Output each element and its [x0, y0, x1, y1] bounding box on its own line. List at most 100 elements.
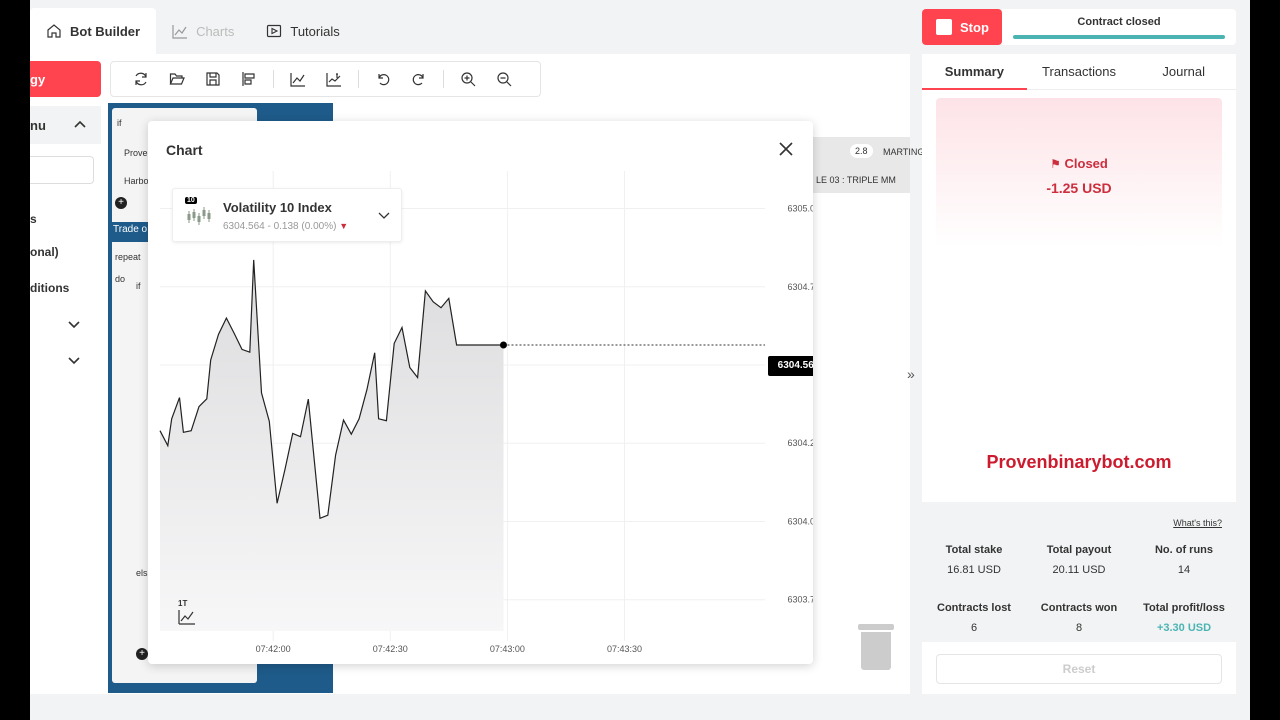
- toolbar-divider: [358, 70, 359, 88]
- symbol-badge: 10: [185, 197, 197, 204]
- add-block-icon[interactable]: +: [115, 197, 127, 209]
- block-label: LE 03 : TRIPLE MM: [816, 175, 896, 185]
- block-trade: Trade o: [111, 222, 151, 242]
- block-value-chip: 2.8: [850, 144, 873, 158]
- zoom-out-icon: [497, 72, 512, 87]
- y-tick-label: 6303.750: [787, 595, 813, 605]
- tab-charts[interactable]: Charts: [156, 8, 250, 54]
- modal-title: Chart: [166, 142, 203, 158]
- x-tick-label: 07:42:30: [373, 644, 408, 654]
- main-tabs: Bot Builder Charts Tutorials: [30, 8, 356, 54]
- blocks-menu: nu s onal) ditions: [30, 106, 101, 416]
- tab-tutorials[interactable]: Tutorials: [250, 8, 355, 54]
- blocks-menu-header[interactable]: nu: [30, 106, 101, 144]
- y-tick-label: 6304.000: [787, 516, 813, 526]
- chart-modal: 6305.0006304.7506304.5006304.2506304.000…: [148, 121, 813, 664]
- interval-label: 1T: [178, 599, 188, 608]
- stop-label: Stop: [960, 19, 989, 35]
- tab-journal[interactable]: Journal: [1131, 54, 1236, 89]
- watermark-text: Provenbinarybot.com: [986, 452, 1172, 472]
- menu-item[interactable]: [30, 342, 101, 378]
- quick-strategy-label: gy: [30, 71, 46, 87]
- tab-transactions[interactable]: Transactions: [1027, 54, 1132, 89]
- block-if-inner: if: [136, 281, 141, 291]
- menu-item[interactable]: onal): [30, 234, 101, 270]
- add-block-icon[interactable]: +: [136, 648, 148, 660]
- contract-result-card[interactable]: ⚑ Closed -1.25 USD: [936, 98, 1222, 248]
- y-tick-label: 6305.000: [787, 204, 813, 214]
- interval-selector[interactable]: 1T: [178, 599, 196, 625]
- y-tick-label: 6304.250: [787, 438, 813, 448]
- block-provider: Prove: [124, 148, 148, 158]
- contract-status-closed: ⚑ Closed: [1050, 156, 1108, 171]
- expand-panel-icon[interactable]: »: [907, 366, 915, 382]
- workspace-toolbar: [110, 61, 541, 97]
- chevron-down-icon: [378, 212, 390, 219]
- save-icon: [206, 72, 220, 86]
- save-button[interactable]: [195, 64, 231, 94]
- stat-contracts-lost: Contracts lost 6: [937, 602, 1011, 634]
- menu-item[interactable]: s: [30, 204, 101, 234]
- stop-bot-button[interactable]: Stop: [922, 9, 1002, 45]
- chevron-down-icon: [68, 357, 80, 365]
- current-price-marker: [499, 341, 507, 349]
- run-panel: Summary Transactions Journal ⚑ Closed -1…: [922, 54, 1236, 694]
- stat-profit-loss: Total profit/loss +3.30 USD: [1143, 602, 1225, 634]
- blocks-menu-title: nu: [30, 117, 46, 133]
- sort-blocks-button[interactable]: [231, 64, 267, 94]
- contract-progress-bar: [1013, 35, 1225, 39]
- undo-button[interactable]: [365, 64, 401, 94]
- chevron-down-icon: [68, 321, 80, 329]
- symbol-selector[interactable]: 10 Volatility 10 Index 6304.564 - 0.138 …: [172, 188, 402, 242]
- trash-icon[interactable]: [858, 620, 894, 672]
- blocks-search-input[interactable]: [30, 156, 94, 184]
- flag-icon: ⚑: [1050, 157, 1061, 171]
- run-panel-tabs: Summary Transactions Journal: [922, 54, 1236, 90]
- toolbar-divider: [443, 70, 444, 88]
- tab-bot-builder[interactable]: Bot Builder: [30, 8, 157, 54]
- redo-button[interactable]: [401, 64, 437, 94]
- stop-icon: [936, 19, 952, 35]
- menu-item[interactable]: [30, 306, 101, 342]
- menu-item-label: ditions: [30, 281, 70, 295]
- down-arrow-icon: ▼: [339, 221, 349, 231]
- stat-total-payout: Total payout 20.11 USD: [1046, 544, 1112, 576]
- folder-open-icon: [169, 73, 185, 85]
- chart-button[interactable]: [280, 64, 316, 94]
- y-tick-label: 6304.750: [787, 282, 813, 292]
- refresh-icon: [135, 72, 147, 86]
- current-price-tag: 6304.564: [768, 356, 813, 376]
- trading-view-button[interactable]: [316, 64, 352, 94]
- whats-this-link[interactable]: What's this?: [1173, 518, 1222, 528]
- app-window: Bot Builder Charts Tutorials gy nu s ona…: [30, 0, 1250, 720]
- quick-strategy-button[interactable]: gy: [30, 61, 101, 97]
- play-icon: [267, 24, 282, 38]
- redo-icon: [412, 74, 424, 86]
- block-repeat: repeat: [115, 252, 141, 262]
- tab-label: Charts: [196, 23, 235, 39]
- chart-type-icon: [178, 610, 195, 625]
- reset-workspace-button[interactable]: [123, 64, 159, 94]
- block-do: do: [115, 274, 126, 284]
- zoom-in-icon: [461, 72, 476, 87]
- menu-item-label: s: [30, 212, 37, 226]
- stats-panel: What's this? Total stake 16.81 USD Total …: [922, 502, 1236, 642]
- tab-summary[interactable]: Summary: [922, 54, 1027, 90]
- reset-button[interactable]: Reset: [936, 654, 1222, 684]
- chevron-up-icon: [74, 120, 86, 128]
- letterbox-right: [1250, 0, 1280, 720]
- close-icon[interactable]: [776, 139, 796, 159]
- home-icon: [47, 24, 61, 38]
- import-button[interactable]: [159, 64, 195, 94]
- x-tick-label: 07:43:00: [490, 644, 525, 654]
- zoom-out-button[interactable]: [486, 64, 522, 94]
- trading-view-icon: [326, 73, 341, 87]
- zoom-in-button[interactable]: [450, 64, 486, 94]
- align-left-icon: [242, 72, 255, 86]
- line-chart-icon: [172, 25, 188, 39]
- x-tick-label: 07:42:00: [256, 644, 291, 654]
- block-if: if: [117, 118, 122, 128]
- menu-item[interactable]: ditions: [30, 270, 101, 306]
- contract-status: Contract closed: [1002, 9, 1236, 45]
- block-harbor: Harbo: [124, 176, 149, 186]
